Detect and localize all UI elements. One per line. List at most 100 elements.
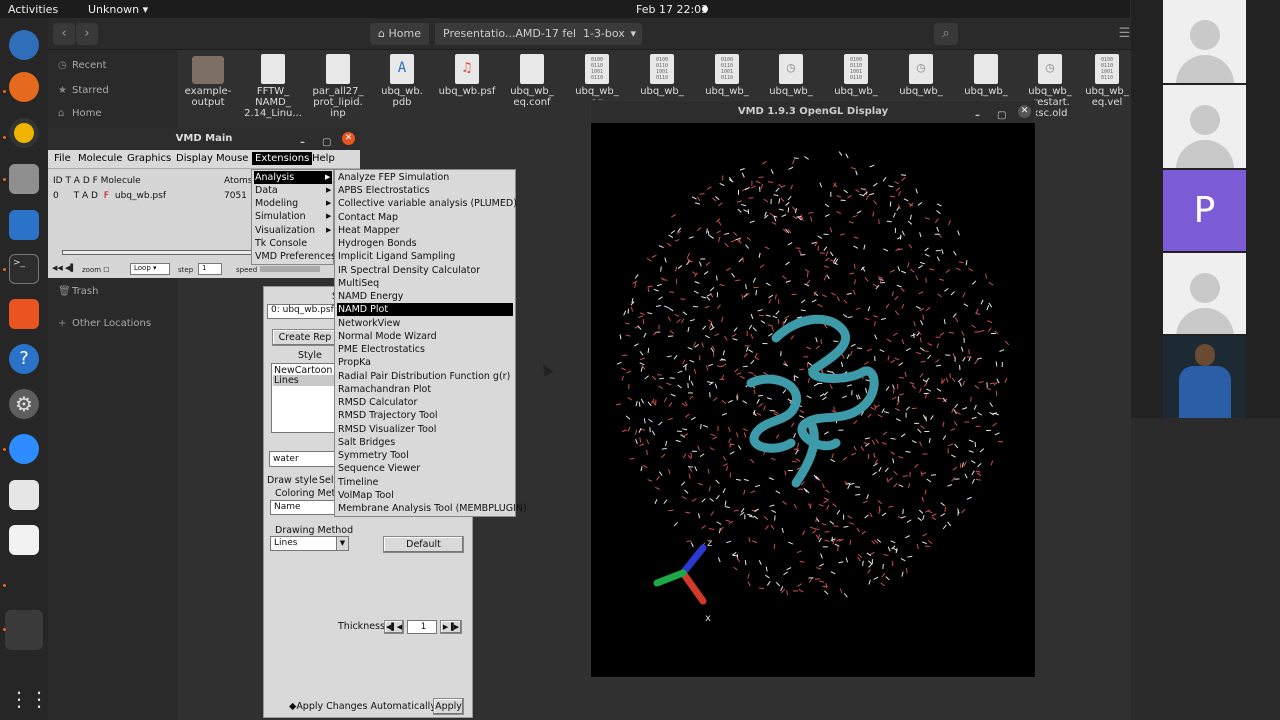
clock[interactable]: Feb 17 22:03 <box>636 3 708 16</box>
menu-display[interactable]: Display <box>176 153 213 164</box>
frame-slider[interactable] <box>62 250 252 255</box>
breadcrumb-presentation[interactable]: Presentatio...AMD-17 feb <box>435 23 589 45</box>
thickness-decrease-button[interactable]: ◀▌◀ <box>384 620 404 634</box>
molecule-select[interactable]: 0: ubq_wb.psf <box>267 304 337 319</box>
sidebar-item-starred[interactable]: ★ Starred <box>58 85 109 96</box>
activities-button[interactable]: Activities <box>8 3 58 16</box>
submenu-item[interactable]: NAMD Energy <box>337 290 513 303</box>
submenu-item[interactable]: Membrane Analysis Tool (MEMBPLUGIN) <box>337 502 527 515</box>
submenu-item[interactable]: APBS Electrostatics <box>337 184 513 197</box>
search-button[interactable]: ⌕ <box>934 23 958 45</box>
breadcrumb-home[interactable]: ⌂ Home <box>370 23 430 45</box>
menu-molecule[interactable]: Molecule <box>78 153 122 164</box>
opengl-titlebar[interactable]: VMD 1.9.3 OpenGL Display – ▢ ✕ <box>591 101 1035 123</box>
thickness-field[interactable]: 1 <box>407 620 437 634</box>
apps-grid-icon[interactable]: ⋮⋮⋮ <box>9 684 69 714</box>
thickness-increase-button[interactable]: ▶▐▶ <box>440 620 462 634</box>
close-icon[interactable]: ✕ <box>342 132 355 145</box>
submenu-item[interactable]: PropKa <box>337 356 513 369</box>
forward-button[interactable]: › <box>76 23 98 45</box>
thunderbird-icon[interactable] <box>9 30 39 60</box>
submenu-item-highlighted[interactable]: NAMD Plot <box>337 303 513 316</box>
file-item[interactable]: ubq_wb_ eq.conf <box>501 54 563 108</box>
submenu-item[interactable]: RMSD Trajectory Tool <box>337 409 513 422</box>
participant-tile[interactable] <box>1163 85 1246 168</box>
viewer-icon[interactable] <box>9 480 39 510</box>
files-icon[interactable] <box>9 164 39 194</box>
blank-icon[interactable] <box>5 610 43 650</box>
submenu-item[interactable]: RMSD Calculator <box>337 396 513 409</box>
writer-icon[interactable] <box>9 210 39 240</box>
opengl-display-window[interactable]: VMD 1.9.3 OpenGL Display – ▢ ✕ zx <box>590 100 1036 678</box>
firefox-icon[interactable] <box>9 72 39 102</box>
submenu-item[interactable]: Timeline <box>337 476 513 489</box>
submenu-item[interactable]: Implicit Ligand Sampling <box>337 250 513 263</box>
participant-tile[interactable] <box>1163 0 1246 83</box>
apply-auto-toggle[interactable]: ◆Apply Changes Automatically <box>289 701 436 712</box>
menu-item-data[interactable]: Data ▶ <box>255 184 333 197</box>
rep-row-selected[interactable]: Lines <box>273 375 335 386</box>
menu-mouse[interactable]: Mouse <box>216 153 248 164</box>
menu-file[interactable]: File <box>54 153 71 164</box>
submenu-item[interactable]: NetworkView <box>337 317 513 330</box>
editor-icon[interactable] <box>9 525 39 555</box>
sidebar-item-trash[interactable]: 🗑Trash <box>58 286 98 297</box>
submenu-item[interactable]: Sequence Viewer <box>337 462 513 475</box>
default-button[interactable]: Default <box>383 536 464 553</box>
submenu-item[interactable]: Symmetry Tool <box>337 449 513 462</box>
menu-item-simulation[interactable]: Simulation ▶ <box>255 210 333 223</box>
menu-item-modeling[interactable]: Modeling ▶ <box>255 197 333 210</box>
file-item[interactable]: ◷ ubq_wb_ <box>760 54 822 97</box>
menu-item-vmd-preferences[interactable]: VMD Preferences <box>255 250 336 263</box>
submenu-item[interactable]: RMSD Visualizer Tool <box>337 423 513 436</box>
submenu-item[interactable]: VolMap Tool <box>337 489 513 502</box>
file-item[interactable]: example- output <box>177 54 239 108</box>
zoom-checkbox[interactable]: zoom ☐ <box>82 266 110 274</box>
step-field[interactable]: 1 <box>198 263 222 275</box>
menu-graphics[interactable]: Graphics <box>127 153 171 164</box>
software-icon[interactable] <box>9 299 39 329</box>
file-item[interactable]: ubq_wb_ <box>955 54 1017 97</box>
vmd-main-titlebar[interactable]: VMD Main – ▢ ✕ <box>48 128 360 150</box>
sidebar-item-other-locations[interactable]: + Other Locations <box>58 318 151 329</box>
menu-button[interactable]: ☰ <box>1118 23 1131 45</box>
breadcrumb-current[interactable]: 1-3-box ▾ <box>575 23 643 45</box>
file-item[interactable]: ◷ ubq_wb_ <box>890 54 952 97</box>
submenu-item[interactable]: Heat Mapper <box>337 224 513 237</box>
file-item[interactable]: FFTW_ NAMD_ 2.14_Linu... <box>242 54 304 119</box>
menu-item-visualization[interactable]: Visualization ▶ <box>255 224 333 237</box>
coloring-method-select[interactable]: Name <box>270 500 336 515</box>
participant-video-tile[interactable] <box>1163 336 1246 418</box>
app-menu[interactable]: Unknown ▾ <box>88 3 148 16</box>
submenu-item[interactable]: Normal Mode Wizard <box>337 330 513 343</box>
submenu-item[interactable]: MultiSeq <box>337 277 513 290</box>
selection-field[interactable]: water <box>269 451 336 467</box>
file-item[interactable]: 0100 0110 1001 0110 ubq_wb_ <box>825 54 887 97</box>
submenu-item[interactable]: Hydrogen Bonds <box>337 237 513 250</box>
file-item[interactable]: par_all27_ prot_lipid. inp <box>307 54 369 119</box>
playback-controls[interactable]: ◀◀ ◀▌ <box>52 264 76 272</box>
back-button[interactable]: ‹ <box>53 23 75 45</box>
file-item[interactable]: 0100 0110 1001 0110 ubq_wb_ <box>696 54 758 97</box>
terminal-icon[interactable]: >_ <box>9 254 39 284</box>
sidebar-item-recent[interactable]: ◷ Recent <box>58 60 107 71</box>
menu-item-analysis[interactable]: Analysis ▶ <box>254 171 332 184</box>
menu-extensions[interactable]: Extensions <box>252 152 313 165</box>
submenu-item[interactable]: Radial Pair Distribution Function g(r) <box>337 370 513 383</box>
submenu-item[interactable]: Salt Bridges <box>337 436 513 449</box>
apply-button[interactable]: Apply <box>433 698 464 715</box>
submenu-item[interactable]: Contact Map <box>337 211 513 224</box>
reps-list[interactable]: NewCartoon Lines <box>271 363 335 433</box>
speed-slider[interactable] <box>260 266 320 272</box>
file-item[interactable]: 0100 0110 1001 0110 ubq_wb_ eq.vel <box>1084 54 1130 108</box>
submenu-item[interactable]: Ramachandran Plot <box>337 383 513 396</box>
menu-help[interactable]: Help <box>312 153 335 164</box>
submenu-item[interactable]: Collective variable analysis (PLUMED) <box>337 197 517 210</box>
file-item[interactable]: ♫ ubq_wb.psf <box>436 54 498 97</box>
submenu-item[interactable]: IR Spectral Density Calculator <box>337 264 513 277</box>
menu-item-tk-console[interactable]: Tk Console <box>255 237 307 250</box>
zoom-icon[interactable] <box>9 434 39 464</box>
help-icon[interactable]: ? <box>9 344 39 374</box>
sidebar-item-home[interactable]: ⌂ Home <box>58 108 102 119</box>
file-item[interactable]: Aubq_wb. pdb <box>371 54 433 108</box>
